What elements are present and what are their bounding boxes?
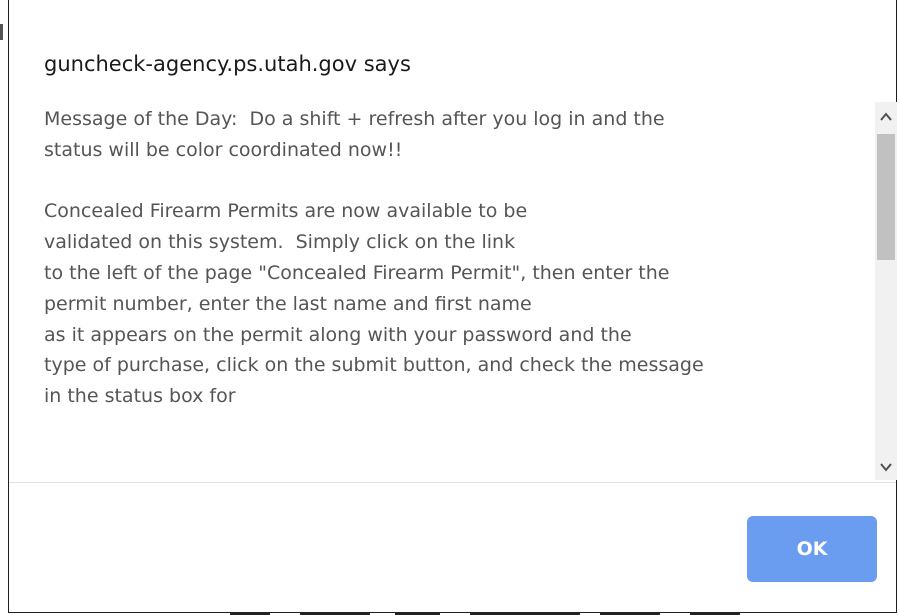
chevron-up-icon[interactable]: [875, 106, 897, 128]
scroll-thumb[interactable]: [877, 134, 895, 260]
chevron-down-icon[interactable]: [875, 456, 897, 478]
ok-button[interactable]: OK: [747, 516, 877, 582]
background-window-edge: [0, 24, 3, 40]
message-scroll-area[interactable]: Message of the Day: Do a shift + refresh…: [44, 104, 862, 478]
dialog-title: guncheck-agency.ps.utah.gov says: [44, 52, 411, 76]
dialog-message: Message of the Day: Do a shift + refresh…: [44, 108, 704, 408]
alert-dialog: guncheck-agency.ps.utah.gov says Message…: [8, 0, 897, 613]
message-scrollbar[interactable]: [875, 102, 897, 480]
footer-divider: [9, 482, 896, 483]
page: guncheck-agency.ps.utah.gov says Message…: [0, 0, 899, 615]
